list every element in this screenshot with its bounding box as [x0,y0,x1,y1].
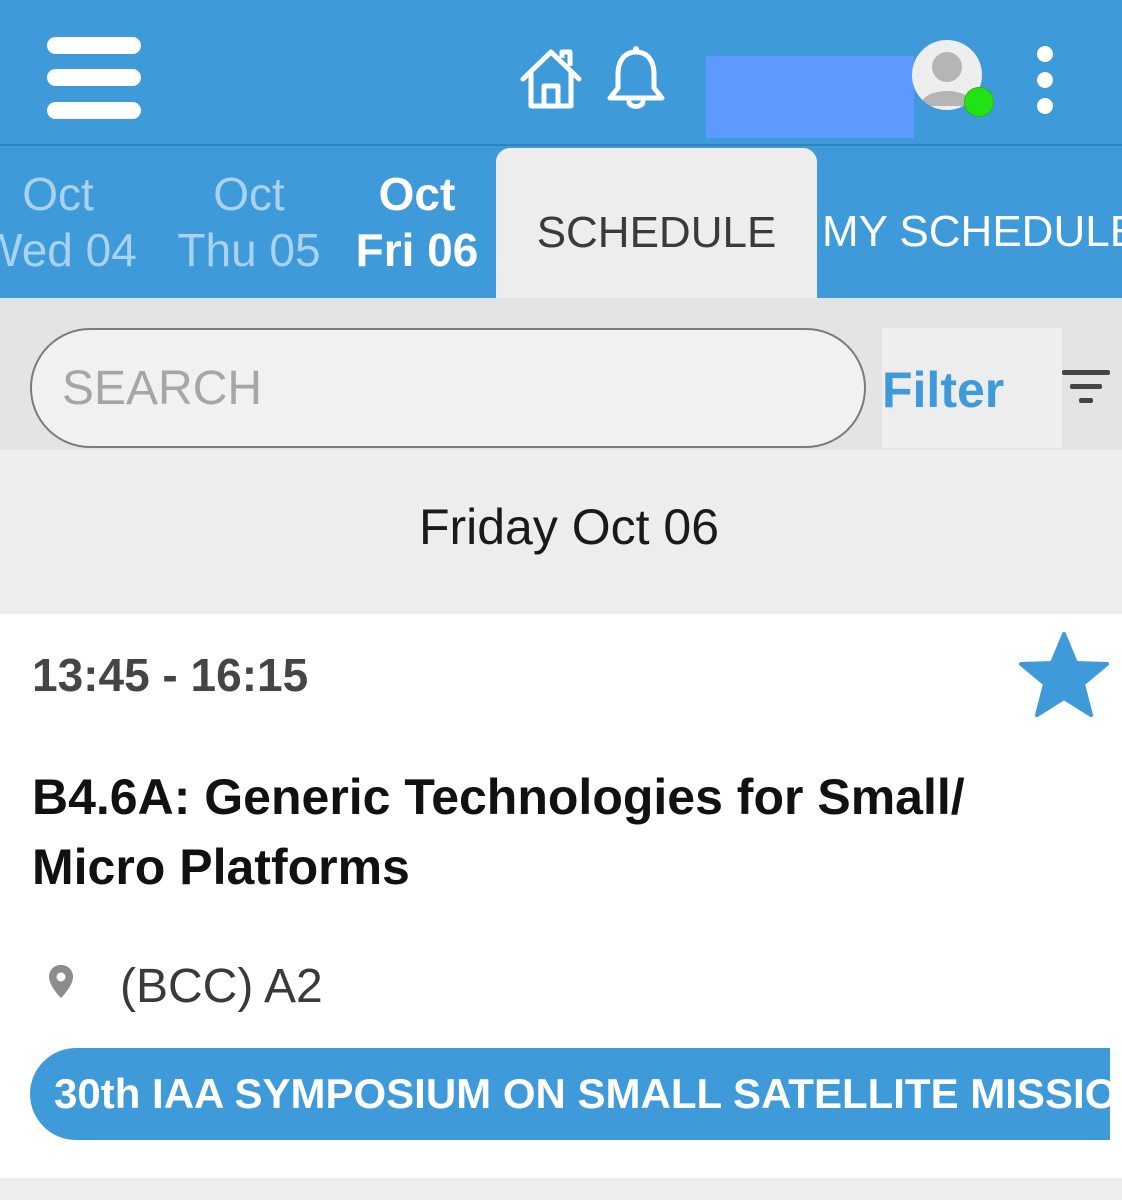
day-tab-month: Oct [22,168,94,220]
search-input[interactable] [30,328,866,448]
map-pin-icon [48,964,74,1005]
day-tab-bar: Oct Wed 04 Oct Thu 05 Oct Fri 06 SCHEDUL… [0,146,1122,298]
tab-my-schedule[interactable]: MY SCHEDULE [822,146,1122,298]
day-tab-day: Thu 05 [177,224,321,276]
tab-schedule[interactable]: SCHEDULE [496,148,817,298]
day-tab-day: Fri 06 [355,224,479,276]
day-tab-month: Oct [378,168,456,220]
filter-button[interactable]: Filter [882,328,1062,448]
day-tab-wed[interactable]: Oct Wed 04 [0,166,138,278]
vertical-dots-icon[interactable] [1032,46,1058,114]
home-icon[interactable] [518,48,584,112]
track-badge[interactable]: 30th IAA SYMPOSIUM ON SMALL SATELLITE MI… [30,1048,1110,1140]
top-app-bar [0,0,1122,146]
day-header-label: Friday Oct 06 [418,499,720,555]
day-tab-fri[interactable]: Oct Fri 06 [337,166,497,278]
day-tab-day: Wed 04 [0,224,137,276]
day-header: Friday Oct 06 [0,450,1122,604]
hamburger-menu-icon[interactable] [47,37,141,121]
filter-label: Filter [882,362,1005,418]
session-title: B4.6A: Generic Technologies for Small/ M… [32,762,1072,902]
session-location-text: (BCC) A2 [120,960,323,1013]
bell-icon[interactable] [602,44,670,112]
session-card[interactable]: 13:45 - 16:15 B4.6A: Generic Technologie… [0,614,1122,1178]
session-time: 13:45 - 16:15 [32,649,309,701]
star-icon[interactable] [1016,628,1112,725]
search-bar: Filter [0,298,1122,450]
redacted-user-name [706,56,914,138]
session-title-line2: Micro Platforms [32,839,410,895]
day-tab-thu[interactable]: Oct Thu 05 [169,166,329,278]
online-status-dot [964,87,994,117]
filter-lines-icon[interactable] [1062,368,1112,413]
session-title-line1: B4.6A: Generic Technologies for Small/ [32,769,965,825]
track-badge-label: 30th IAA SYMPOSIUM ON SMALL SATELLITE MI… [54,1070,1110,1117]
day-tab-month: Oct [213,168,285,220]
